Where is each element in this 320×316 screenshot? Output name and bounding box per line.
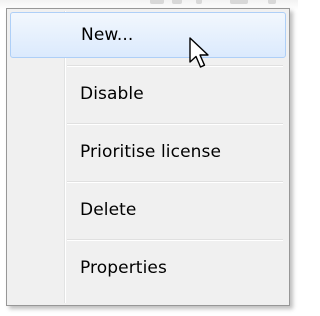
menu-item-new-label: New... <box>81 25 134 45</box>
menu-separator <box>67 123 283 125</box>
menu-item-prioritise-license-label: Prioritise license <box>80 142 222 162</box>
menu-separator <box>67 181 283 183</box>
arrow-pointer-icon <box>189 37 209 68</box>
menu-item-disable[interactable]: Disable <box>10 72 286 118</box>
menu-item-delete-label: Delete <box>80 200 137 220</box>
menu-separator <box>67 65 283 67</box>
context-menu: New... Disable Prioritise license Delete… <box>6 8 290 306</box>
menu-item-delete[interactable]: Delete <box>10 188 286 234</box>
menu-separator <box>67 239 283 241</box>
menu-item-properties[interactable]: Properties <box>10 246 286 292</box>
menu-item-properties-label: Properties <box>80 258 167 278</box>
menu-item-new[interactable]: New... <box>10 12 286 58</box>
menu-item-disable-label: Disable <box>80 84 144 104</box>
menu-item-prioritise-license[interactable]: Prioritise license <box>10 130 286 176</box>
